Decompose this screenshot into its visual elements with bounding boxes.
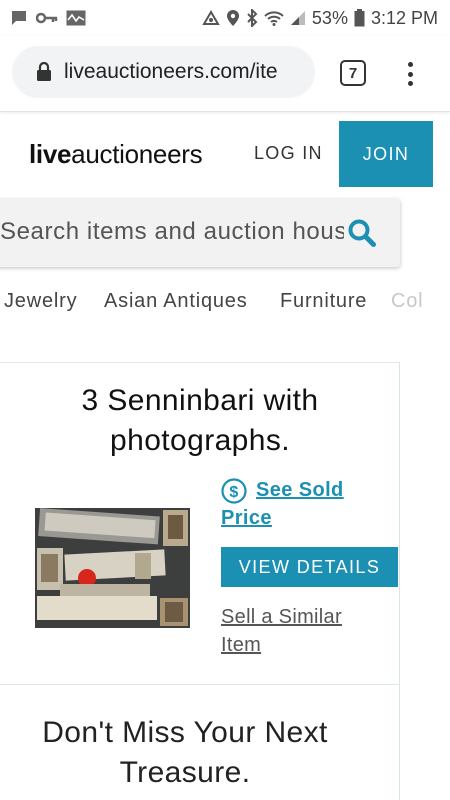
item-thumbnail[interactable] (35, 508, 190, 628)
promo-line1: Don't Miss Your Next (42, 716, 328, 749)
browser-toolbar: liveauctioneers.com/ite 7 (0, 36, 450, 112)
signal-icon (290, 10, 306, 26)
status-bar: 53% 3:12 PM (0, 0, 450, 36)
promo-heading: Don't Miss Your Next Treasure. (0, 713, 370, 793)
nfc-icon (202, 10, 220, 26)
status-right: 53% 3:12 PM (202, 8, 438, 29)
battery-percent: 53% (311, 7, 348, 28)
item-title[interactable]: 3 Senninbari with photographs. (0, 381, 400, 461)
category-furniture[interactable]: Furniture (280, 290, 367, 313)
search-input[interactable]: Search items and auction hous (0, 218, 347, 246)
view-details-button[interactable]: VIEW DETAILS (221, 547, 398, 587)
bluetooth-icon (246, 9, 258, 27)
login-link[interactable]: LOG IN (254, 143, 323, 164)
category-nav: Jewelry Asian Antiques Furniture Col (0, 284, 450, 320)
sell-similar-link[interactable]: Sell a Similar Item (221, 603, 391, 659)
status-left (10, 10, 86, 26)
site-logo[interactable]: liveauctioneers (29, 139, 203, 170)
clock: 3:12 PM (370, 7, 438, 28)
logo-rest: auctioneers (71, 139, 203, 169)
category-jewelry[interactable]: Jewelry (4, 290, 77, 313)
overflow-menu-icon[interactable] (398, 58, 422, 90)
item-title-line1: 3 Senninbari with (81, 384, 319, 417)
chat-icon (10, 10, 28, 26)
see-sold-line2: Price (221, 507, 272, 529)
join-button[interactable]: JOIN (339, 121, 433, 187)
search-icon[interactable] (344, 215, 380, 251)
item-card: 3 Senninbari with photographs. $ See Sol… (0, 362, 400, 800)
key-icon (36, 11, 58, 25)
battery-icon (354, 9, 365, 27)
card-divider (0, 684, 400, 685)
tab-switcher-button[interactable]: 7 (340, 60, 366, 86)
category-asian-antiques[interactable]: Asian Antiques (104, 290, 248, 313)
address-bar[interactable]: liveauctioneers.com/ite (12, 46, 315, 98)
promo-line2: Treasure. (119, 756, 251, 789)
lock-icon (36, 62, 52, 82)
dollar-icon: $ (221, 478, 247, 504)
category-collectibles[interactable]: Col (391, 290, 423, 313)
svg-text:$: $ (229, 484, 238, 501)
search-box[interactable]: Search items and auction hous (0, 199, 400, 267)
activity-icon (66, 10, 86, 26)
sell-similar-line2: Item (221, 634, 262, 656)
url-text[interactable]: liveauctioneers.com/ite (64, 60, 278, 84)
site-header: liveauctioneers LOG IN JOIN (0, 113, 450, 193)
sell-similar-line1: Sell a Similar (221, 606, 342, 628)
wifi-icon (264, 10, 284, 26)
item-title-line2: photographs. (110, 424, 290, 457)
location-icon (226, 9, 240, 27)
logo-bold: live (29, 139, 72, 169)
see-sold-price-link[interactable]: $ See Sold Price (221, 476, 391, 532)
